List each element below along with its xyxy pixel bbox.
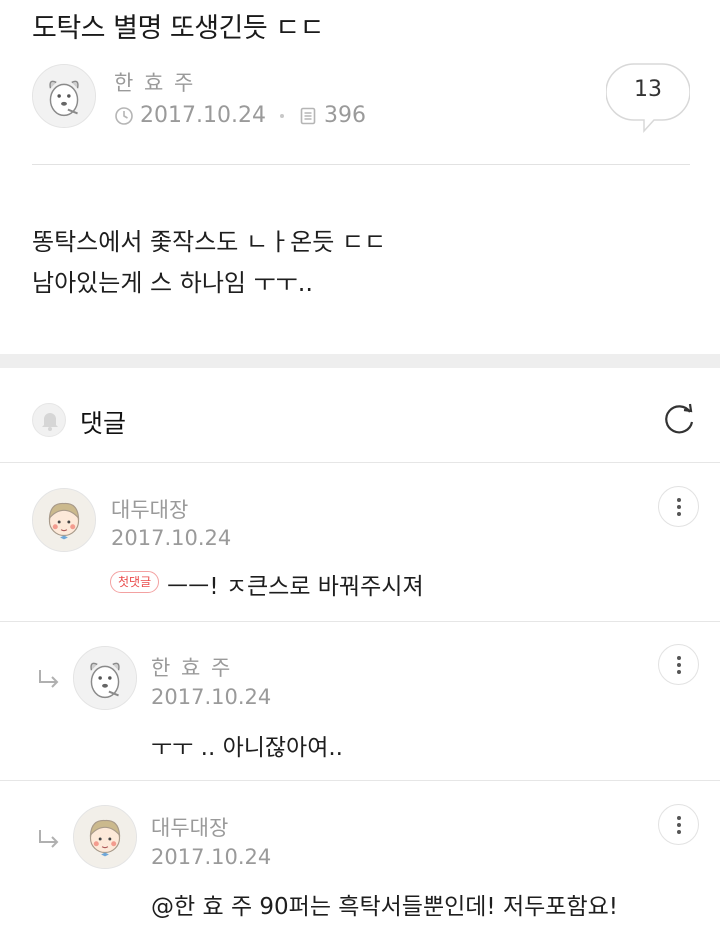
more-dot [676,504,681,509]
comments-header-divider [0,462,720,463]
more-dot [676,822,681,827]
section-divider [0,354,720,368]
comment-author[interactable]: 대두대장 [151,812,228,842]
comment-divider [0,621,720,622]
comment-more-button[interactable] [658,486,699,527]
reply-arrow-icon [39,830,59,848]
author-name[interactable]: 한 효 주 [114,67,195,97]
notification-toggle[interactable] [32,403,66,437]
boy-avatar-image [33,489,95,551]
comment-avatar[interactable] [32,488,96,552]
comment-text: @한 효 주 90퍼는 흑탁서들뿐인데! 저두포함요! [151,894,618,920]
author-avatar[interactable] [32,64,96,128]
comment-more-button[interactable] [658,804,699,845]
dog-avatar-image [74,647,136,709]
clock-icon [115,106,133,125]
post-views-wrap: 396 [298,103,366,128]
post-views: 396 [323,103,366,128]
more-vertical-icon [676,497,681,502]
refresh-icon[interactable] [660,400,698,438]
comment-avatar[interactable] [73,646,137,710]
document-icon [300,107,316,124]
comment-count-button[interactable]: 13 [606,63,690,133]
comment-author[interactable]: 대두대장 [111,494,188,524]
dog-avatar-image [33,65,95,127]
bell-icon [42,413,58,431]
first-comment-badge: 첫댓글 [110,571,160,593]
post-date: 2017.10.24 [140,103,266,128]
comment-divider [0,780,720,781]
comment-date: 2017.10.24 [111,526,232,550]
more-dot [676,669,681,674]
header-divider [32,164,690,165]
comment-author[interactable]: 한 효 주 [151,652,232,682]
comment-avatar[interactable] [73,805,137,869]
post-date-wrap: 2017.10.24 [114,103,266,128]
post-title: 도탁스 별명 또생긴듯 ㄷㄷ [32,13,325,44]
more-dot [676,511,681,516]
boy-avatar-image [74,806,136,868]
more-dot [676,829,681,834]
comment-date: 2017.10.24 [151,685,272,709]
post-body-line-2: 남아있는게 스 하나임 ㅜㅜ.. [32,269,314,297]
post-body-line-1: 똥탁스에서 좇작스도 ㄴㅏ온듯 ㄷㄷ [32,228,387,256]
more-vertical-icon [676,655,681,660]
comment-count: 13 [634,77,662,102]
reply-arrow-icon [39,670,59,688]
comments-title: 댓글 [80,409,127,438]
comment-more-button[interactable] [658,644,699,685]
meta-dot [279,113,284,118]
more-vertical-icon [676,815,681,820]
comment-text: ㅜㅜ .. 아니잖아여.. [151,735,343,761]
comment-text: ㅡㅡ! ㅈ큰스로 바꿔주시져 [167,574,424,600]
more-dot [676,662,681,667]
post-meta: 2017.10.24 396 [114,103,366,128]
comment-date: 2017.10.24 [151,845,272,869]
